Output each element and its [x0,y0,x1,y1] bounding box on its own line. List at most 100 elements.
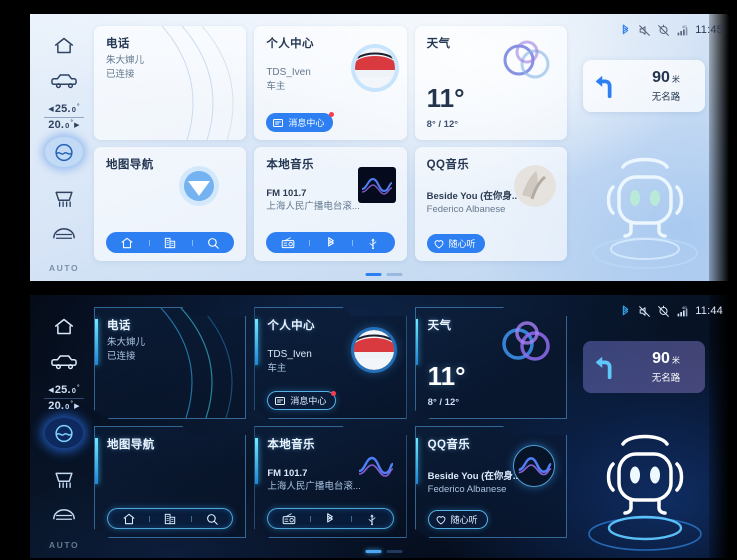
mute-icon[interactable] [638,305,651,318]
page-dot-2[interactable] [386,550,402,553]
map-search-button[interactable] [191,236,235,250]
signal-4g-icon[interactable]: 4G [676,24,689,37]
source-radio-button[interactable] [268,512,309,526]
temp-up-arrow[interactable]: ▶ [74,403,80,411]
bluetooth-icon[interactable] [619,24,632,37]
sidebar-item-vehicle[interactable] [45,347,83,377]
temperature-controls[interactable]: ◀ 25. 0 ° 20. 0 ° ▶ [40,103,88,131]
temperature-controls[interactable]: ◀ 25. 0 ° 20. 0 ° ▶ [40,384,88,412]
profile-username: TDS_Iven [266,67,311,78]
radio-icon [282,512,296,526]
location-off-icon[interactable] [657,24,670,37]
card-profile[interactable]: 个人中心 TDS_Iven 车主 消息中心 [254,26,407,140]
sidebar-item-defrost-rear[interactable] [45,219,83,249]
bluetooth-icon[interactable] [619,305,632,318]
sidebar-item-home[interactable] [45,30,83,60]
card-weather[interactable]: 天气 11° 8° / 12° [414,26,567,140]
map-search-button[interactable] [191,512,232,526]
climate-sidebar: ◀ 25. 0 ° 20. 0 ° ▶ AUTO [38,24,90,277]
office-icon [163,512,177,526]
navigation-distance: 90 米 [627,350,705,367]
music-source-row [266,232,395,253]
card-local-music[interactable]: 本地音乐 FM 101.7 上海人民广播电台滚... [254,147,407,261]
map-go-home-button[interactable] [108,512,149,526]
navigation-road-name: 无名路 [651,91,681,103]
sidebar-item-ac[interactable] [45,418,83,449]
source-usb-button[interactable] [351,512,392,526]
location-off-icon[interactable] [657,305,670,318]
radio-station-name: 上海人民广播电台滚... [266,201,360,212]
page-dot-1[interactable] [365,273,381,276]
search-icon [205,512,219,526]
car-icon [51,73,77,88]
sidebar-item-ac[interactable] [45,137,83,168]
temp-down-arrow[interactable]: ◀ [48,387,54,395]
map-go-home-button[interactable] [106,236,149,250]
shuffle-play-button[interactable]: 随心听 [426,234,485,253]
sidebar-item-defrost-front[interactable] [45,464,83,494]
heart-icon [435,514,447,526]
home-screen-light-theme: 4G 11:45 ◀ 25. 0 ° 20. 0 ° ▶ AUTO 电话 朱大婶… [30,14,737,281]
card-phone[interactable]: 电话 朱大婶儿 已连接 [94,307,246,419]
degree-symbol: ° [77,385,80,391]
map-go-office-button[interactable] [148,236,192,250]
track-artist: Federico Albanese [426,204,506,215]
map-go-office-button[interactable] [149,512,190,526]
sidebar-item-home[interactable] [45,311,83,341]
temp-passenger[interactable]: 20. 0 ° ▶ [40,119,88,132]
source-bluetooth-button[interactable] [309,236,352,250]
page-dot-2[interactable] [386,273,402,276]
card-map-navigation[interactable]: 地图导航 [94,147,247,261]
search-icon [208,237,219,249]
phone-contact-name: 朱大婶儿 [107,337,146,348]
message-center-button[interactable]: 消息中心 [267,391,336,410]
sidebar-item-vehicle[interactable] [45,66,83,96]
profile-role: 车主 [267,363,287,374]
card-local-music[interactable]: 本地音乐 FM 101.7 上海人民广播电台滚... [254,426,406,538]
map-shortcut-row [107,508,233,529]
temp-passenger[interactable]: 20. 0 ° ▶ [40,400,88,413]
card-qq-music[interactable]: QQ音乐 Beside You (在你身.. Federico Albanese… [415,426,567,538]
message-center-label: 消息中心 [290,396,327,406]
usb-icon [365,512,379,526]
card-map-navigation[interactable]: 地图导航 [94,426,246,538]
card-title: 地图导航 [107,439,155,451]
source-radio-button[interactable] [266,236,309,250]
ac-fan-icon [55,143,73,161]
navigation-widget[interactable]: 90 米 无名路 [583,60,705,112]
card-phone[interactable]: 电话 朱大婶儿 已连接 [94,26,247,140]
infotainment-photo: 4G 11:45 ◀ 25. 0 ° 20. 0 ° ▶ AUTO 电话 朱大婶… [0,0,737,560]
page-dot-1[interactable] [365,550,381,553]
card-profile[interactable]: 个人中心 TDS_Iven 车主 消息中心 [254,307,406,419]
climate-sidebar: ◀ 25. 0 ° 20. 0 ° ▶ AUTO [38,305,90,554]
temp-driver[interactable]: ◀ 25. 0 ° [40,384,88,397]
page-indicator [365,550,402,553]
temp-up-arrow[interactable]: ▶ [74,122,80,130]
temp-passenger-dec: 0 [65,120,70,130]
shuffle-play-button[interactable]: 随心听 [428,510,488,529]
maneuver-arrow [583,73,627,99]
message-center-button[interactable]: 消息中心 [266,112,335,132]
source-usb-button[interactable] [351,236,395,250]
temp-down-arrow[interactable]: ◀ [48,106,54,114]
sidebar-item-defrost-rear[interactable] [45,500,83,530]
auto-mode-label[interactable]: AUTO [49,540,79,550]
auto-mode-label[interactable]: AUTO [49,263,79,273]
profile-role: 车主 [266,81,286,92]
source-bluetooth-button[interactable] [310,512,351,526]
signal-4g-icon[interactable]: 4G [676,305,689,318]
temp-driver[interactable]: ◀ 25. 0 ° [40,103,88,116]
voice-assistant-robot[interactable] [579,125,711,275]
voice-assistant-robot[interactable] [579,402,711,552]
mute-icon[interactable] [638,24,651,37]
phone-status: 已连接 [106,69,135,81]
card-qq-music[interactable]: QQ音乐 Beside You (在你身.. Federico Albanese… [414,147,567,261]
profile-username: TDS_Iven [267,349,312,360]
car-icon [51,354,77,369]
navigation-widget[interactable]: 90 米 无名路 [583,341,705,393]
sidebar-item-defrost-front[interactable] [45,183,83,213]
degree-symbol: ° [77,104,80,110]
robot-assistant-icon [588,434,702,551]
card-weather[interactable]: 天气 11° 8° / 12° [415,307,567,419]
heart-icon [434,239,444,248]
